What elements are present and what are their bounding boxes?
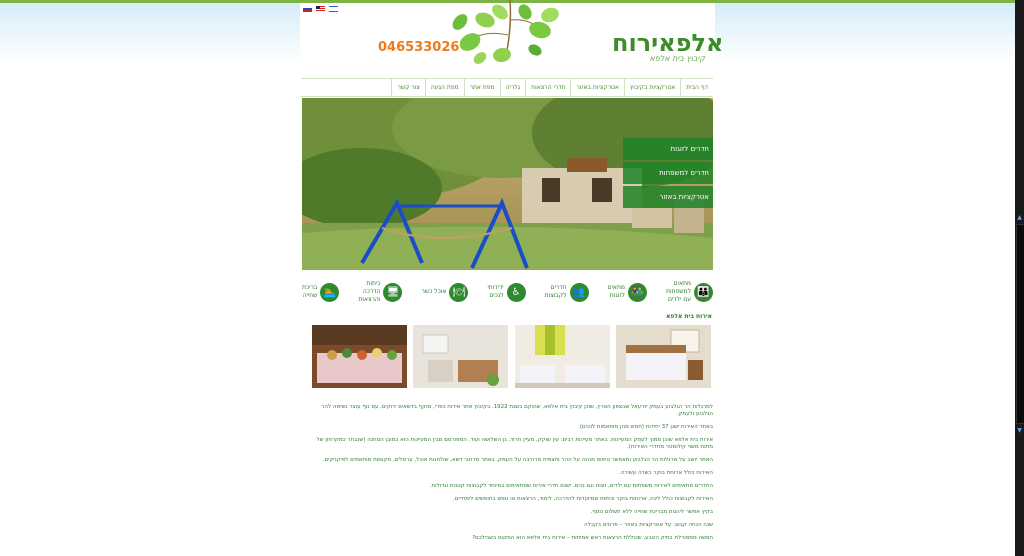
features-row: 👪 מתאים למשפחות עם ילדים 👫 מתאים לזוגות …: [302, 276, 713, 308]
language-selector: [303, 6, 338, 12]
feature-label: אוכל כשר: [421, 288, 447, 295]
section-title: אירוח בית אלפא: [666, 313, 712, 320]
food-icon: 🍽: [449, 282, 469, 302]
feature-pool: 🏊 בריכת שחייה: [302, 276, 340, 308]
feature-label: מתאים למשפחות עם ילדים: [666, 280, 691, 303]
sky-gradient-right: [715, 3, 1015, 63]
feature-lecture-rooms: 🖥 כיתות הדרכה והרצאות: [358, 276, 403, 308]
photo-gallery: [312, 325, 711, 388]
hero-quick-menu: חדרים לזוגות חדרים למשפחות אטרקציות באזו…: [623, 138, 713, 210]
family-icon: 👪: [693, 282, 713, 302]
nav-item-kibbutz-attractions[interactable]: אטרקציות בקיבוץ: [623, 79, 680, 96]
nav-item-lecture-rooms[interactable]: חדרי הרצאות: [525, 79, 570, 96]
swimming-icon: 🏊: [320, 282, 340, 302]
paragraph: האירוח לקבוצות כולל לינה, ארוחות בוקר וכ…: [452, 496, 713, 502]
gallery-photo-food[interactable]: [312, 325, 407, 388]
page-margin-left: [0, 3, 300, 556]
feature-label: בריכת שחייה: [302, 284, 318, 299]
nav-item-contact[interactable]: צור קשר: [391, 79, 424, 96]
leaves-decoration-icon: [452, 0, 559, 64]
nav-item-area-attractions[interactable]: אטרקציות באזור: [570, 79, 624, 96]
hero-link-family-rooms[interactable]: חדרים למשפחות: [623, 162, 713, 184]
hero-link-couple-rooms[interactable]: חדרים לזוגות: [623, 138, 713, 160]
nav-item-home[interactable]: דף הבית: [680, 79, 713, 96]
russian-flag-icon[interactable]: [303, 6, 312, 12]
nav-item-directions[interactable]: מפת הגעה: [424, 79, 464, 96]
gallery-photo-kitchenette[interactable]: [413, 325, 508, 388]
group-icon: 👥: [569, 282, 589, 302]
lecture-icon: 🖥: [383, 282, 403, 302]
phone-number: 046533026: [378, 40, 460, 55]
feature-accessible: ♿ ידידותי לנכים: [487, 276, 526, 308]
paragraph: האירוח כולל ארוחת בוקר כשרה עשירה.: [619, 470, 713, 476]
site-logo[interactable]: אלפאירוח קיבוץ בית אלפא: [612, 29, 724, 63]
paragraph: אירוח בית אלפא שוכן סמוך לעמק המעיינות. …: [316, 437, 713, 450]
feature-label: כיתות הדרכה והרצאות: [358, 280, 381, 303]
scroll-down-arrow-icon[interactable]: ▼: [1016, 427, 1023, 434]
hero-link-area-attractions[interactable]: אטרקציות באזור: [623, 186, 713, 208]
feature-couples: 👫 מתאים לזוגות: [608, 276, 647, 308]
paragraph: החדרים מתאימים לאירוח משפחות עם ילדים, ז…: [429, 483, 713, 489]
us-flag-icon[interactable]: [316, 6, 325, 12]
feature-label: ידידותי לנכים: [487, 284, 504, 299]
paragraph: בקיץ אפשר ליהנות מבריכת שחייה ללא תשלום …: [590, 509, 713, 515]
page-margin-right: [715, 3, 1015, 556]
nav-item-gallery[interactable]: גלריה: [499, 79, 526, 96]
sky-gradient-left: [0, 3, 300, 63]
couple-icon: 👫: [627, 282, 647, 302]
description-text: למרגלות הר הגלבוע בעמק יזרעאל שבצפון האר…: [307, 404, 713, 548]
scroll-up-arrow-icon[interactable]: ▲: [1016, 214, 1023, 221]
feature-groups: 👥 חדרים לקבוצות: [545, 276, 589, 308]
paragraph: באתר האירוח ישנן 37 יחידות (חמש מהן מותא…: [578, 424, 713, 430]
feature-label: חדרים לקבוצות: [544, 284, 567, 299]
nav-item-sitemap[interactable]: מפת אתר: [463, 79, 500, 96]
paragraph: האתר יושב על מרגלות הר הגלבוע ומאפשר טיפ…: [322, 457, 713, 463]
feature-kosher-food: 🍽 אוכל כשר: [421, 276, 469, 308]
paragraph: למרגלות הר הגלבוע בעמק יזרעאל שבצפון האר…: [321, 404, 713, 417]
feature-families: 👪 מתאים למשפחות עם ילדים: [666, 276, 713, 308]
israel-flag-icon[interactable]: [329, 6, 338, 12]
gallery-photo-twin-room[interactable]: [515, 325, 610, 388]
wheelchair-icon: ♿: [506, 282, 526, 302]
paragraph: שנה הנחה קבוצ: על אטרקציות באזור – פרטים…: [584, 522, 713, 528]
gallery-photo-double-room[interactable]: [616, 325, 711, 388]
scrollbar-thumb[interactable]: [1016, 224, 1024, 424]
main-navigation: דף הבית אטרקציות בקיבוץ אטרקציות באזור ח…: [301, 78, 713, 97]
logo-title: אלפאירוח: [612, 29, 724, 57]
paragraph: חפשה ממסורלת בחיק הטבע, שכוללת הרצאות רא…: [472, 535, 713, 541]
feature-label: מתאים לזוגות: [607, 284, 625, 299]
